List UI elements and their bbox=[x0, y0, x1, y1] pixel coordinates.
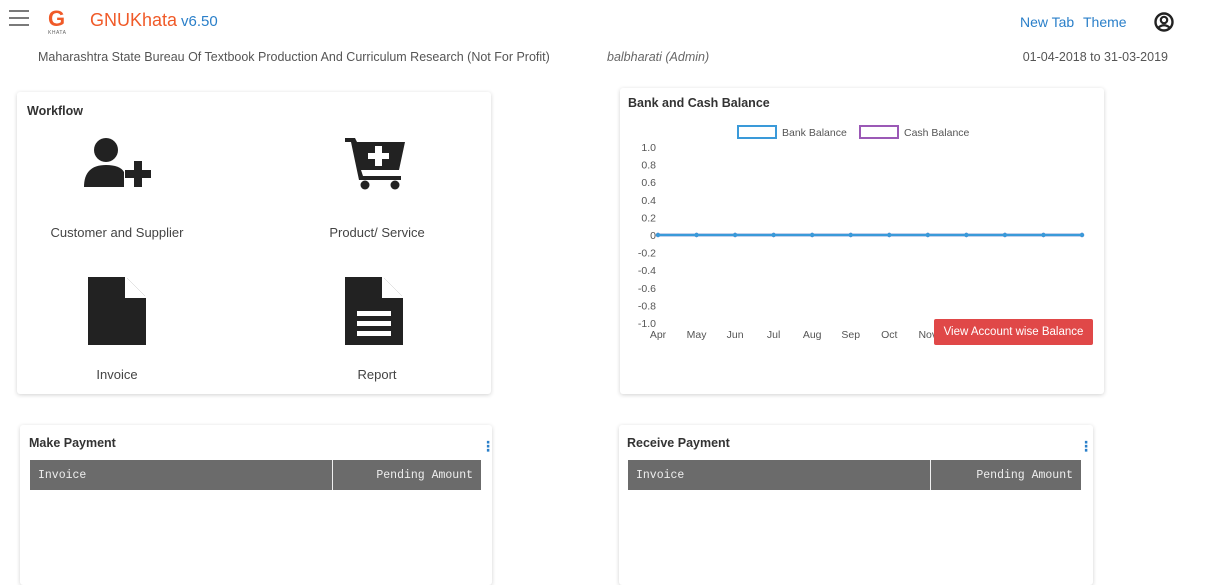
top-bar: G KHATA GNUKhata v6.50 New Tab Theme bbox=[0, 0, 1206, 46]
receive-payment-card: Receive Payment ⋮ Invoice Pending Amount bbox=[619, 425, 1093, 585]
theme-link[interactable]: Theme bbox=[1083, 14, 1127, 30]
data-point bbox=[887, 232, 892, 238]
pending-amount-column-header[interactable]: Pending Amount bbox=[930, 460, 1081, 490]
org-bar: Maharashtra State Bureau Of Textbook Pro… bbox=[0, 48, 1206, 68]
user-name: balbharati (Admin) bbox=[607, 50, 710, 64]
data-point bbox=[1041, 232, 1046, 238]
x-tick-label: May bbox=[687, 329, 708, 341]
data-point bbox=[1002, 232, 1008, 238]
balance-chart: 1.00.80.60.40.20-0.2-0.4-0.6-0.8-1.0Apr M… bbox=[638, 125, 1090, 341]
x-tick-label: Apr bbox=[650, 329, 667, 341]
y-tick-label: 0.6 bbox=[641, 177, 656, 189]
legend-label: Bank Balance bbox=[782, 127, 847, 139]
make-payment-table: Invoice Pending Amount bbox=[30, 460, 481, 490]
make-payment-card: Make Payment ⋮ Invoice Pending Amount bbox=[20, 425, 495, 585]
product-service-shortcut[interactable]: Product/ Service bbox=[287, 137, 467, 247]
new-tab-link[interactable]: New Tab bbox=[1020, 14, 1074, 30]
y-tick-label: 1.0 bbox=[641, 142, 656, 154]
y-tick-label: -0.2 bbox=[638, 248, 656, 260]
menu-icon[interactable] bbox=[9, 10, 29, 28]
cart-plus-icon bbox=[345, 138, 405, 190]
y-tick-label: 0.2 bbox=[641, 212, 656, 224]
workflow-card: Workflow Customer and Supplier Product/ … bbox=[17, 92, 491, 394]
app-name: GNUKhata bbox=[90, 10, 178, 30]
invoice-column-header[interactable]: Invoice bbox=[30, 460, 333, 490]
data-point bbox=[732, 232, 738, 238]
organisation-name: Maharashtra State Bureau Of Textbook Pro… bbox=[38, 50, 550, 64]
x-tick-label: Jun bbox=[727, 329, 744, 341]
workflow-title: Workflow bbox=[27, 104, 84, 118]
data-point bbox=[964, 232, 969, 238]
user-account-icon[interactable] bbox=[1154, 12, 1174, 32]
y-tick-label: -0.6 bbox=[638, 283, 656, 295]
x-tick-label: Sep bbox=[841, 329, 860, 341]
x-tick-label: Oct bbox=[881, 329, 897, 341]
pending-amount-column-header[interactable]: Pending Amount bbox=[332, 460, 481, 490]
more-options-icon[interactable]: ⋮ bbox=[1079, 439, 1093, 453]
financial-period: 01-04-2018 to 31-03-2019 bbox=[1022, 50, 1168, 64]
y-tick-label: 0 bbox=[650, 230, 656, 242]
app-logo: G KHATA bbox=[48, 6, 67, 36]
customer-supplier-shortcut[interactable]: Customer and Supplier bbox=[27, 137, 207, 247]
report-shortcut[interactable]: Report bbox=[287, 277, 467, 387]
legend-label: Cash Balance bbox=[904, 127, 970, 139]
view-account-wise-balance-button[interactable]: View Account wise Balance bbox=[934, 319, 1093, 345]
receive-payment-table: Invoice Pending Amount bbox=[628, 460, 1081, 490]
more-options-icon[interactable]: ⋮ bbox=[481, 439, 495, 453]
add-user-icon bbox=[84, 138, 151, 187]
legend-swatch bbox=[737, 125, 777, 139]
data-point bbox=[771, 232, 776, 238]
table-header-row: Invoice Pending Amount bbox=[30, 460, 481, 490]
receive-payment-title: Receive Payment bbox=[627, 436, 730, 450]
y-tick-label: 0.4 bbox=[641, 195, 656, 207]
y-tick-label: 0.8 bbox=[641, 160, 656, 172]
data-point bbox=[694, 232, 699, 238]
legend-swatch bbox=[859, 125, 899, 139]
app-version: v6.50 bbox=[181, 13, 218, 30]
invoice-shortcut[interactable]: Invoice bbox=[27, 277, 207, 387]
data-point bbox=[655, 232, 661, 238]
balance-title: Bank and Cash Balance bbox=[628, 96, 770, 110]
x-tick-label: Jul bbox=[767, 329, 780, 341]
y-tick-label: -0.8 bbox=[638, 300, 656, 312]
data-point bbox=[925, 232, 931, 238]
data-point bbox=[848, 232, 853, 238]
data-point bbox=[1079, 232, 1085, 238]
file-text-icon bbox=[345, 277, 403, 345]
data-point bbox=[809, 232, 815, 238]
x-tick-label: Aug bbox=[803, 329, 822, 341]
invoice-column-header[interactable]: Invoice bbox=[628, 460, 931, 490]
y-tick-label: -0.4 bbox=[638, 265, 656, 277]
file-icon bbox=[88, 277, 146, 345]
table-header-row: Invoice Pending Amount bbox=[628, 460, 1081, 490]
make-payment-title: Make Payment bbox=[29, 436, 116, 450]
